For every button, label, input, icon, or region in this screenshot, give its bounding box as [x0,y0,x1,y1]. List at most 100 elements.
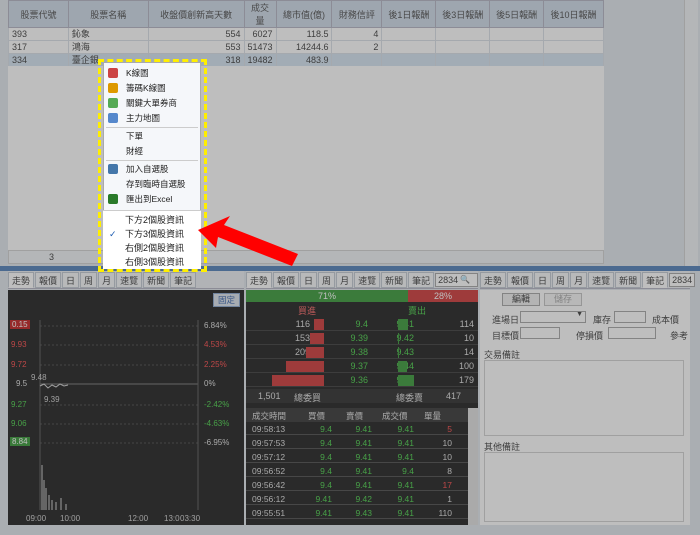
trade-col[interactable]: 買價 [308,410,325,422]
trade-col[interactable]: 成交價 [382,410,408,422]
menu-item-main-map[interactable]: 主力地圖 [104,111,200,125]
menu-item-temp-watchlist[interactable]: 存到臨時自選股 [104,177,200,191]
tab-notes[interactable]: 筆記 [408,271,435,288]
tab-week[interactable]: 周 [552,271,570,288]
book-buy-bar [313,319,324,330]
grid-footer: 3 [8,250,604,264]
book-buy-price: 9.4 [355,319,368,329]
search-icon[interactable]: 🔍 [460,274,470,286]
trade-price: 9.41 [397,508,414,518]
edit-button[interactable]: 編輯 [502,293,540,306]
table-row[interactable]: 317 鴻海 553 51473 14244.6 2 [8,40,604,54]
book-sell-bar [398,347,400,358]
menu-item-kline[interactable]: K線圖 [104,66,200,80]
cell-code: 393 [8,27,69,41]
submenu-item-right-3[interactable]: 右側3個股資訊 [103,255,199,269]
col-header[interactable]: 後10日報酬 [543,0,604,28]
col-header[interactable]: 後5日報酬 [489,0,545,28]
book-buy-bar [272,375,324,386]
menu-label: 下單 [126,131,144,141]
cell-rating [331,53,383,67]
tab-news[interactable]: 新聞 [615,271,642,288]
stock-label: 庫存 [593,315,612,325]
trade-scrollbar[interactable] [468,408,478,525]
tab-quote[interactable]: 報價 [35,271,62,288]
stock-grid: 股票代號 股票名稱 收盤價創新高天數 成交量 總市值(億) 財務信評 後1日報酬… [8,0,604,67]
col-header[interactable]: 後3日報酬 [435,0,491,28]
tab-month[interactable]: 月 [570,271,588,288]
menu-item-key-broker[interactable]: 關鍵大單券商 [104,96,200,110]
menu-label: 存到臨時自選股 [126,179,186,189]
cell-name: 鴻海 [67,40,149,54]
tab-overview[interactable]: 速覽 [116,271,143,288]
stop-input[interactable] [608,327,656,339]
trade-price: 9.41 [397,494,414,504]
col-header[interactable]: 股票名稱 [67,0,149,28]
trade-row: 09:56:52 9.4 9.41 9.4 8 [246,465,468,477]
grid-footer-count: 3 [49,252,55,262]
buy-header: 買進 [298,306,317,316]
tab-overview[interactable]: 速覽 [588,271,615,288]
col-header[interactable]: 財務信評 [331,0,383,28]
tab-week[interactable]: 周 [318,271,336,288]
submenu-item-bottom-2[interactable]: 下方2個股資訊 [103,213,199,227]
user-icon [108,164,118,174]
tab-news[interactable]: 新聞 [143,271,170,288]
tab-trend[interactable]: 走勢 [480,271,507,288]
entry-date-select[interactable]: ▼ [520,311,586,323]
tab-quote[interactable]: 報價 [507,271,534,288]
tab-month[interactable]: 月 [336,271,354,288]
vertical-scrollbar[interactable] [684,0,698,266]
trade-time: 09:56:52 [252,466,286,476]
stop-label: 停損價 [576,331,604,341]
trade-col[interactable]: 單量 [424,410,441,422]
tab-day[interactable]: 日 [534,271,552,288]
menu-label: 右側2個股資訊 [125,243,185,253]
table-row[interactable]: 393 鈊象 554 6027 118.5 4 [8,27,604,41]
cell-name: 鈊象 [67,27,149,41]
trade-col[interactable]: 賣價 [346,410,363,422]
tab-day[interactable]: 日 [62,271,80,288]
tab-trend[interactable]: 走勢 [8,271,35,288]
tab-month[interactable]: 月 [98,271,116,288]
cell-days: 553 [147,40,245,54]
trade-note-area[interactable] [484,360,684,436]
stock-input[interactable] [614,311,646,323]
trade-time: 09:56:12 [252,494,286,504]
col-header[interactable]: 收盤價創新高天數 [147,0,245,28]
stock-code-combo[interactable]: 2834 [669,272,696,287]
target-label: 目標價 [492,331,520,341]
time-label: 13:0 [164,514,180,523]
cell-empty [543,27,604,41]
menu-item-export-excel[interactable]: 匯出到Excel [104,192,200,206]
trade-row: 09:56:12 9.41 9.42 9.41 1 [246,493,468,505]
cell-vol: 51473 [243,40,277,54]
menu-item-add-watchlist[interactable]: 加入自選股 [104,162,200,176]
col-header[interactable]: 總市值(億) [275,0,333,28]
time-label: 09:00 [26,514,47,523]
tab-week[interactable]: 周 [80,271,98,288]
trade-bid: 9.41 [315,494,332,504]
table-row-selected[interactable]: 334 臺企銀 318 19482 483.9 [8,53,604,67]
menu-item-order[interactable]: 下單 [104,129,200,143]
other-note-area[interactable] [484,452,684,522]
save-button[interactable]: 儲存 [544,293,582,306]
target-input[interactable] [520,327,560,339]
col-header[interactable]: 成交量 [243,0,277,28]
menu-item-chip-kline[interactable]: 籌碼K線圖 [104,81,200,95]
trade-col[interactable]: 成交時間 [252,410,286,422]
book-sell-bar [398,333,400,344]
col-header[interactable]: 股票代號 [8,0,69,28]
stock-code-combo[interactable]: 2834 🔍 [435,272,478,287]
submenu-item-bottom-3[interactable]: ✓ 下方3個股資訊 [103,227,199,241]
tab-notes[interactable]: 筆記 [170,271,197,288]
col-header[interactable]: 後1日報酬 [381,0,437,28]
tab-news[interactable]: 新聞 [381,271,408,288]
trade-row: 09:56:42 9.4 9.41 9.41 17 [246,479,468,491]
trade-bid: 9.4 [320,438,332,448]
tab-notes[interactable]: 筆記 [642,271,669,288]
cell-cap: 118.5 [275,27,333,41]
submenu-item-right-2[interactable]: 右側2個股資訊 [103,241,199,255]
tab-overview[interactable]: 速覽 [354,271,381,288]
menu-item-finance[interactable]: 財經 [104,144,200,158]
